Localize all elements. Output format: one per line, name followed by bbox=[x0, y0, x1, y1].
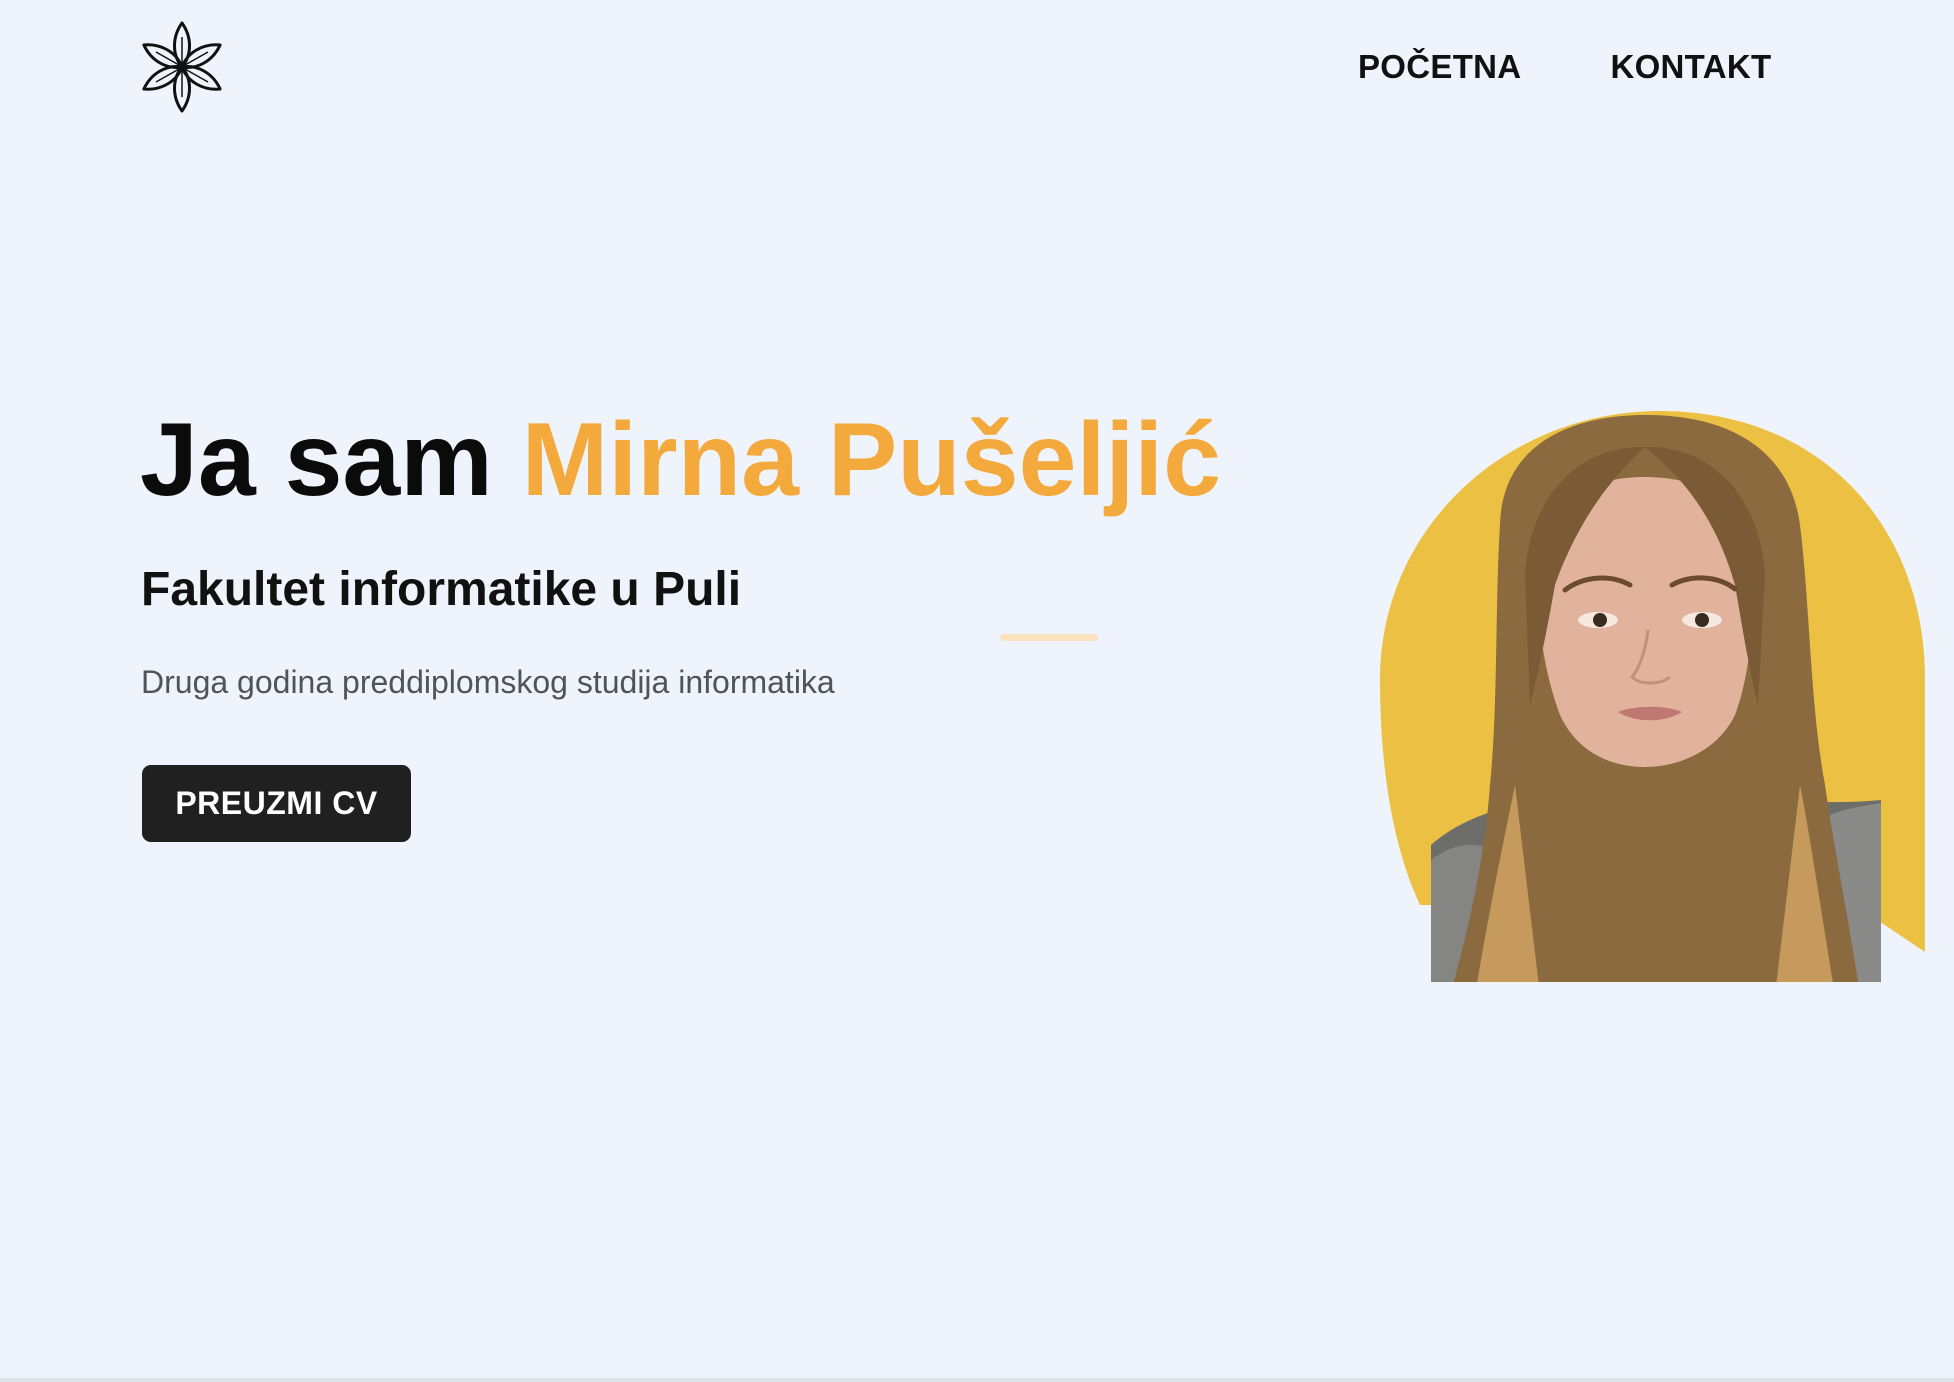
hero-subtitle: Fakultet informatike u Puli bbox=[141, 563, 742, 616]
hero-title: Ja sam Mirna Pušeljić bbox=[140, 403, 1221, 517]
hero-description: Druga godina preddiplomskog studija info… bbox=[141, 664, 835, 700]
site-header: POČETNA KONTAKT bbox=[0, 0, 1954, 140]
accent-bar bbox=[1000, 634, 1098, 641]
nav-link-pocetna[interactable]: POČETNA bbox=[1358, 48, 1521, 86]
page-bottom-border bbox=[0, 1378, 1954, 1382]
download-cv-button[interactable]: PREUZMI CV bbox=[142, 765, 411, 842]
flower-logo-icon[interactable] bbox=[138, 20, 226, 114]
portrait-image bbox=[1380, 411, 1925, 982]
nav-link-kontakt[interactable]: KONTAKT bbox=[1610, 48, 1771, 86]
hero-title-prefix: Ja sam bbox=[140, 402, 522, 518]
hero-name: Mirna Pušeljić bbox=[521, 402, 1221, 518]
main-nav: POČETNA KONTAKT bbox=[1358, 48, 1771, 86]
